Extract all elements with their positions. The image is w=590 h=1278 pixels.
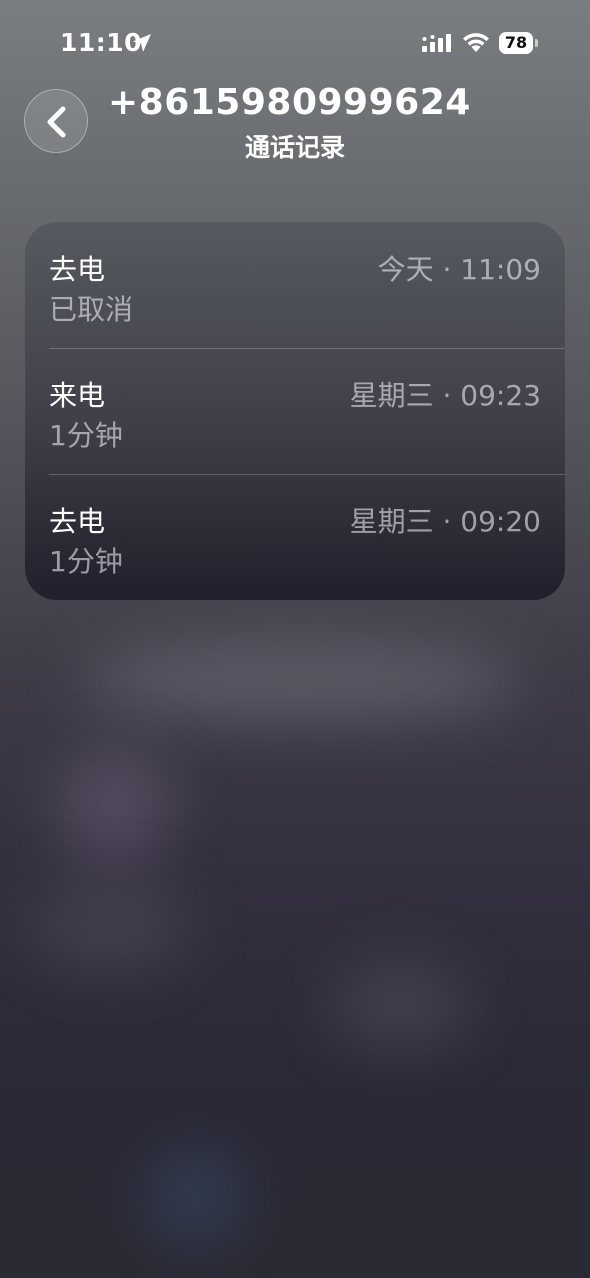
- cellular-signal-icon: [422, 34, 451, 52]
- background-blur: [80, 640, 520, 720]
- call-type: 来电: [49, 379, 106, 412]
- call-detail: 已取消: [49, 293, 134, 326]
- battery-cap: [535, 39, 538, 47]
- call-time: 星期三 · 09:20: [349, 505, 541, 538]
- background-blur: [330, 960, 470, 1050]
- call-detail: 1分钟: [49, 545, 123, 578]
- battery-indicator: 78: [499, 32, 533, 54]
- status-bar: 11:10 78: [0, 0, 590, 90]
- background-blur: [30, 880, 190, 970]
- call-history-list: 去电 已取消 今天 · 11:09 来电 1分钟 星期三 · 09:23 去电 …: [25, 222, 565, 600]
- page-subtitle: 通话记录: [244, 133, 345, 162]
- call-row: 来电 1分钟 星期三 · 09:23: [25, 348, 565, 474]
- call-row: 去电 已取消 今天 · 11:09: [25, 222, 565, 348]
- call-type: 去电: [49, 253, 106, 286]
- background-blur: [60, 750, 170, 860]
- location-arrow-icon: [133, 34, 151, 52]
- call-row: 去电 1分钟 星期三 · 09:20: [25, 474, 565, 600]
- call-type: 去电: [49, 505, 106, 538]
- call-detail: 1分钟: [49, 419, 123, 452]
- call-time: 星期三 · 09:23: [349, 379, 541, 412]
- wifi-icon: [463, 33, 489, 52]
- background-blur: [150, 1150, 240, 1240]
- call-time: 今天 · 11:09: [377, 253, 541, 286]
- contact-phone-number: +8615980999624: [108, 82, 471, 123]
